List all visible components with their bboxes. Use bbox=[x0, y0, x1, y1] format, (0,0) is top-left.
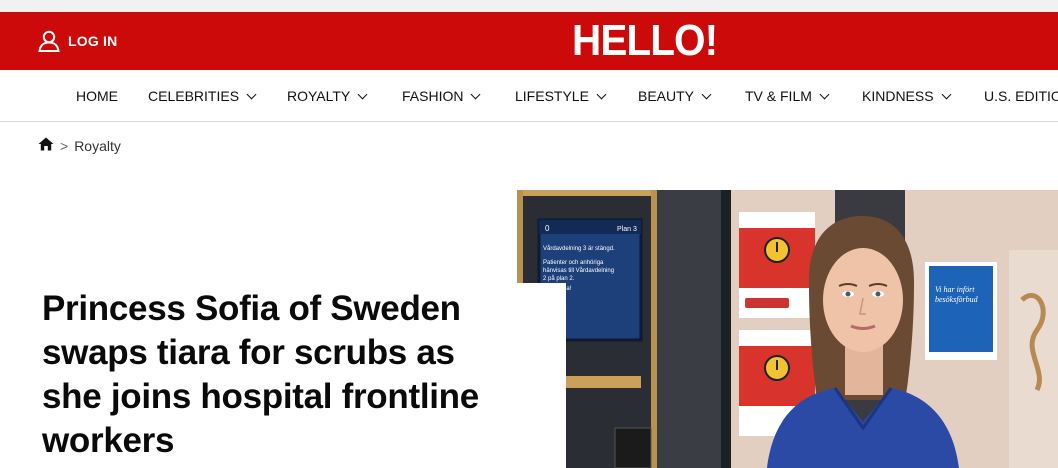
nav-beauty-label: BEAUTY bbox=[638, 88, 695, 104]
nav-us-edition-label: U.S. EDITIO bbox=[984, 88, 1058, 104]
sign-line-4: 2 på plan 2. bbox=[543, 275, 575, 282]
site-logo[interactable]: HELLO! bbox=[572, 16, 718, 66]
chevron-down-icon bbox=[357, 89, 368, 99]
nav-fashion[interactable]: FASHION bbox=[402, 88, 481, 104]
breadcrumb-separator: > bbox=[60, 137, 69, 154]
nav-fashion-label: FASHION bbox=[402, 88, 464, 104]
nav-us-edition[interactable]: U.S. EDITIO bbox=[984, 88, 1058, 104]
sign-line-3: hänvisas till Vårdavdelning bbox=[543, 267, 614, 274]
nav-celebrities[interactable]: CELEBRITIES bbox=[148, 88, 257, 104]
nav-home-label: HOME bbox=[76, 88, 118, 104]
nav-lifestyle-label: LIFESTYLE bbox=[515, 88, 589, 104]
chevron-down-icon bbox=[596, 89, 607, 99]
sign-header-left: 0 bbox=[545, 224, 550, 233]
article-headline[interactable]: Princess Sofia of Sweden swaps tiara for… bbox=[42, 287, 512, 463]
sign-right-line-2: besöksförbud bbox=[935, 295, 979, 304]
nav-kindness[interactable]: KINDNESS bbox=[862, 88, 952, 104]
nav-tv-film[interactable]: TV & FILM bbox=[745, 88, 830, 104]
nav-celebrities-label: CELEBRITIES bbox=[148, 88, 240, 104]
login-label: LOG IN bbox=[68, 33, 118, 49]
sign-header-right: Plan 3 bbox=[617, 226, 637, 233]
site-header: LOG IN HELLO! bbox=[0, 12, 1058, 70]
nav-kindness-label: KINDNESS bbox=[862, 88, 934, 104]
nav-lifestyle[interactable]: LIFESTYLE bbox=[515, 88, 607, 104]
nav-tv-film-label: TV & FILM bbox=[745, 88, 812, 104]
article-hero-image[interactable]: 0 Plan 3 Vårdavdelning 3 är stängd. Pati… bbox=[517, 190, 1058, 468]
breadcrumb: > Royalty bbox=[38, 137, 121, 154]
chevron-down-icon bbox=[819, 89, 830, 99]
nav-royalty-label: ROYALTY bbox=[287, 88, 351, 104]
sign-right-line-1: Vi har infört bbox=[935, 285, 975, 294]
sign-line-1: Vårdavdelning 3 är stängd. bbox=[543, 245, 615, 252]
sign-line-2: Patienter och anhöriga bbox=[543, 260, 604, 266]
chevron-down-icon bbox=[941, 89, 952, 99]
chevron-down-icon bbox=[701, 89, 712, 99]
main-nav: HOME CELEBRITIES ROYALTY FASHION LIFESTY… bbox=[0, 70, 1058, 122]
image-notch bbox=[517, 283, 566, 468]
login-button[interactable]: LOG IN bbox=[38, 30, 117, 52]
nav-royalty[interactable]: ROYALTY bbox=[287, 88, 368, 104]
nav-beauty[interactable]: BEAUTY bbox=[638, 88, 712, 104]
home-icon[interactable] bbox=[38, 137, 54, 154]
nav-home[interactable]: HOME bbox=[76, 88, 118, 104]
user-icon bbox=[38, 30, 62, 52]
chevron-down-icon bbox=[471, 89, 481, 99]
chevron-down-icon bbox=[246, 89, 257, 99]
breadcrumb-current[interactable]: Royalty bbox=[74, 138, 121, 154]
